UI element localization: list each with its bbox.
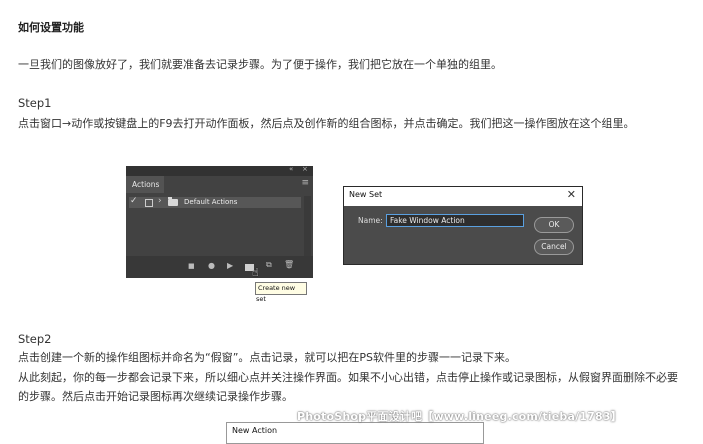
step2-title: Step2 [18,332,52,346]
new-set-dialog: New Set ✕ Name: Fake Window Action OK Ca… [343,186,583,265]
page-heading: 如何设置功能 [18,21,84,34]
new-action-icon[interactable]: ⧉ [266,260,272,270]
close-icon: × [302,165,308,173]
actions-tab[interactable]: Actions [126,176,164,193]
dialog-titlebar: New Set ✕ [344,187,582,206]
default-actions-label: Default Actions [184,198,238,206]
chevron-right-icon[interactable]: › [158,196,162,206]
dialog-title: New Action [232,426,278,435]
dialog-title: New Set [349,190,383,199]
step2-line2: 从此刻起，你的每一步都会记录下来，所以细心点并关注操作界面。如果不小心出错，点击… [18,371,678,384]
step2-line3: 的步骤。然后点击开始记录图标再次继续记录操作步骤。 [18,390,293,403]
watermark: PhotoShop平面设计吧【www.lineeg.com/tieba/1783… [297,410,622,423]
record-icon[interactable]: ● [208,261,215,270]
dialog-toggle-icon[interactable] [145,199,153,207]
step2-line1: 点击创建一个新的操作组图标并命名为“假窗”。点击记录，就可以把在PS软件里的步骤… [18,351,517,364]
step1-text: 点击窗口→动作或按键盘上的F9去打开动作面板，然后点及创作新的组合图标，并点击确… [18,117,635,130]
actions-panel-screenshot: « × Actions ≡ ✓ › Default Actions ■ ● ▶ … [126,165,313,278]
name-input[interactable]: Fake Window Action [386,214,524,227]
stop-icon[interactable]: ■ [188,262,195,270]
play-icon[interactable]: ▶ [227,261,233,270]
step1-title: Step1 [18,96,52,110]
panel-topbar: « × [126,165,313,176]
panel-menu-icon[interactable]: ≡ [301,179,309,188]
hand-cursor-icon: ☝ [252,266,259,279]
create-new-set-tooltip: Create new set [255,282,307,303]
collapse-icon: « [289,165,294,173]
cancel-button[interactable]: Cancel [534,239,574,255]
intro-paragraph: 一旦我们的图像放好了，我们就要准备去记录步骤。为了便于操作，我们把它放在一个单独… [18,58,502,71]
panel-bottom-toolbar: ■ ● ▶ ⧉ 🗑 [126,256,313,278]
folder-icon [168,197,178,206]
new-action-dialog: New Action [226,422,484,444]
name-label: Name: [358,216,383,225]
close-icon[interactable]: ✕ [567,188,576,201]
check-icon[interactable]: ✓ [130,196,138,206]
ok-button[interactable]: OK [534,217,574,233]
trash-icon[interactable]: 🗑 [284,260,294,269]
